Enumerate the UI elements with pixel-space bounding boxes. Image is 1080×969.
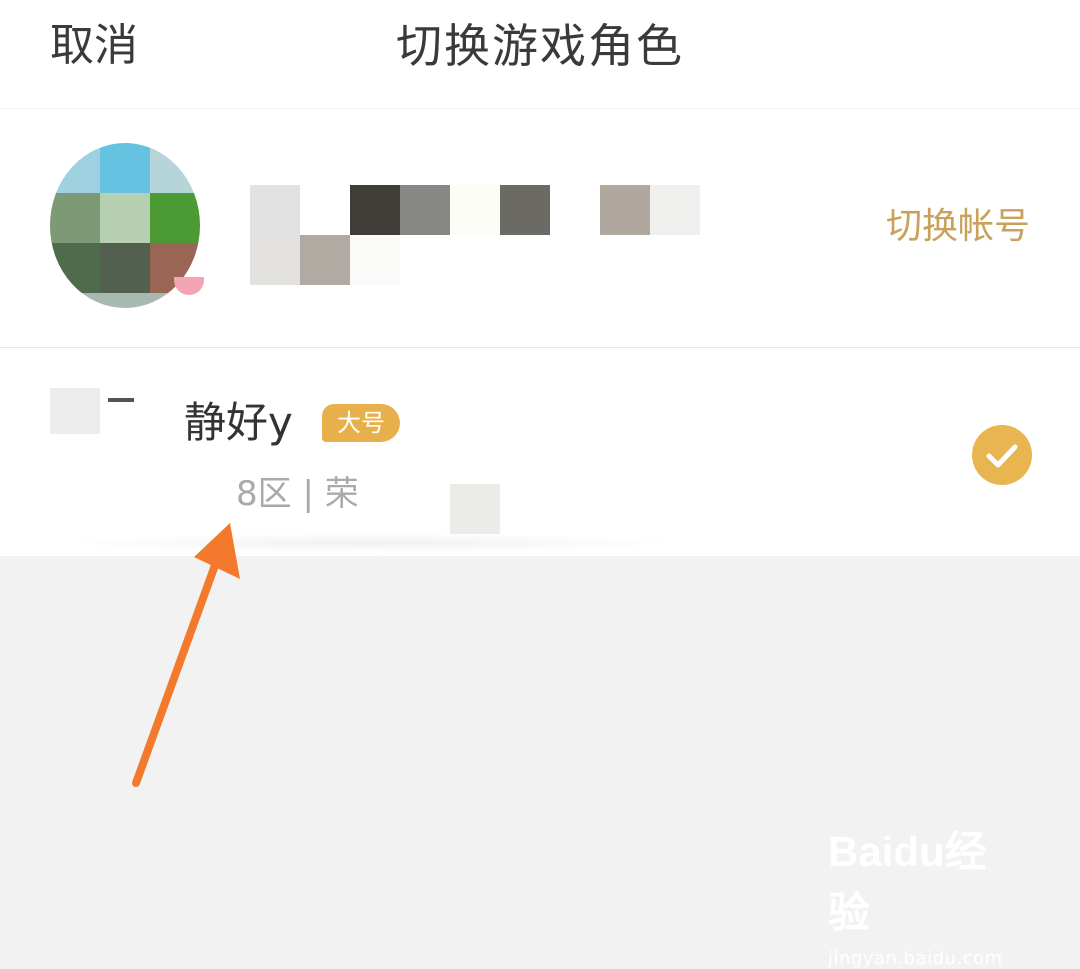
role-name: 静好y — [184, 398, 293, 447]
switch-account-link[interactable]: 切换帐号 — [886, 205, 1030, 249]
main-account-badge: 大号 — [322, 404, 400, 442]
check-icon[interactable] — [972, 425, 1032, 485]
role-server-text: 8区 | 荣 — [236, 474, 359, 514]
account-row: 切换帐号 — [0, 108, 1080, 347]
baidu-watermark: Baidu经验 jingyan.baidu.com — [828, 818, 1028, 969]
page-title: 切换游戏角色 — [396, 19, 684, 73]
role-avatar-pixelated — [50, 388, 100, 434]
role-name-pixelated — [108, 398, 134, 402]
top-bar: 取消 切换游戏角色 — [0, 0, 1080, 108]
arrow-annotation-icon — [132, 523, 240, 787]
account-name-pixelated — [250, 185, 700, 285]
watermark-logo: Baidu经验 — [828, 828, 987, 936]
watermark-url: jingyan.baidu.com — [828, 948, 1003, 969]
server-pixelated — [450, 484, 500, 534]
cancel-button[interactable]: 取消 — [50, 18, 138, 74]
